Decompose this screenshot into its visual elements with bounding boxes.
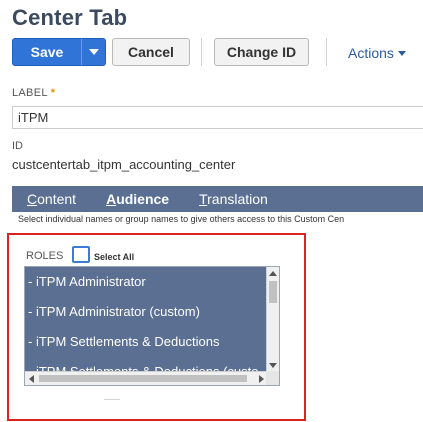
toolbar-divider [326,38,327,66]
audience-hint: Select individual names or group names t… [18,214,345,224]
cancel-button[interactable]: Cancel [112,38,190,66]
save-button-group[interactable]: Save [12,38,106,66]
tab-translation[interactable]: Translation [199,191,268,207]
save-button[interactable]: Save [13,39,81,65]
select-all-checkbox[interactable] [72,246,90,263]
required-indicator: * [50,87,56,99]
scroll-down-icon[interactable] [269,363,277,368]
caret-down-icon [397,51,406,56]
chevron-down-icon [88,49,99,55]
subtab-bar: Content Audience Translation [12,186,423,212]
page-title: Center Tab [12,5,128,30]
resize-handle[interactable] [104,399,120,400]
id-value: custcentertab_itpm_accounting_center [12,157,236,172]
label-field-caption: LABEL * [12,87,55,99]
tab-content-mnemonic: C [27,191,38,207]
role-option[interactable]: - iTPM Administrator [25,267,268,297]
tab-content[interactable]: Content [27,191,76,207]
scrollbar-corner [266,371,279,385]
horizontal-scrollbar[interactable] [25,371,268,385]
label-caption-text: LABEL [12,87,48,99]
scroll-up-icon[interactable] [269,271,277,276]
scroll-thumb[interactable] [269,281,277,303]
roles-multiselect[interactable]: - iTPM Administrator - iTPM Administrato… [24,266,280,386]
tab-content-label: ontent [37,191,77,207]
id-field-caption: ID [12,140,23,152]
tab-translation-mnemonic: T [199,191,208,207]
toolbar-divider [201,38,202,66]
role-option[interactable]: - iTPM Administrator (custom) [25,297,268,327]
role-option[interactable]: - iTPM Settlements & Deductions [25,327,268,357]
select-all-label[interactable]: Select All [94,252,134,262]
label-input[interactable] [12,106,423,129]
tab-audience-label: udience [116,191,170,207]
tab-translation-label: ranslation [207,191,268,207]
save-options-button[interactable] [81,39,105,65]
tab-audience-mnemonic: A [106,191,117,207]
scroll-right-icon[interactable] [259,375,264,383]
tab-audience[interactable]: Audience [106,191,169,207]
actions-menu[interactable]: Actions [348,45,406,61]
vertical-scrollbar[interactable] [266,267,279,372]
roles-items: - iTPM Administrator - iTPM Administrato… [25,267,268,385]
scroll-thumb[interactable] [39,375,247,382]
change-id-button[interactable]: Change ID [214,38,309,66]
actions-label: Actions [348,45,394,61]
scroll-left-icon[interactable] [29,375,34,383]
roles-label: ROLES [26,250,64,262]
